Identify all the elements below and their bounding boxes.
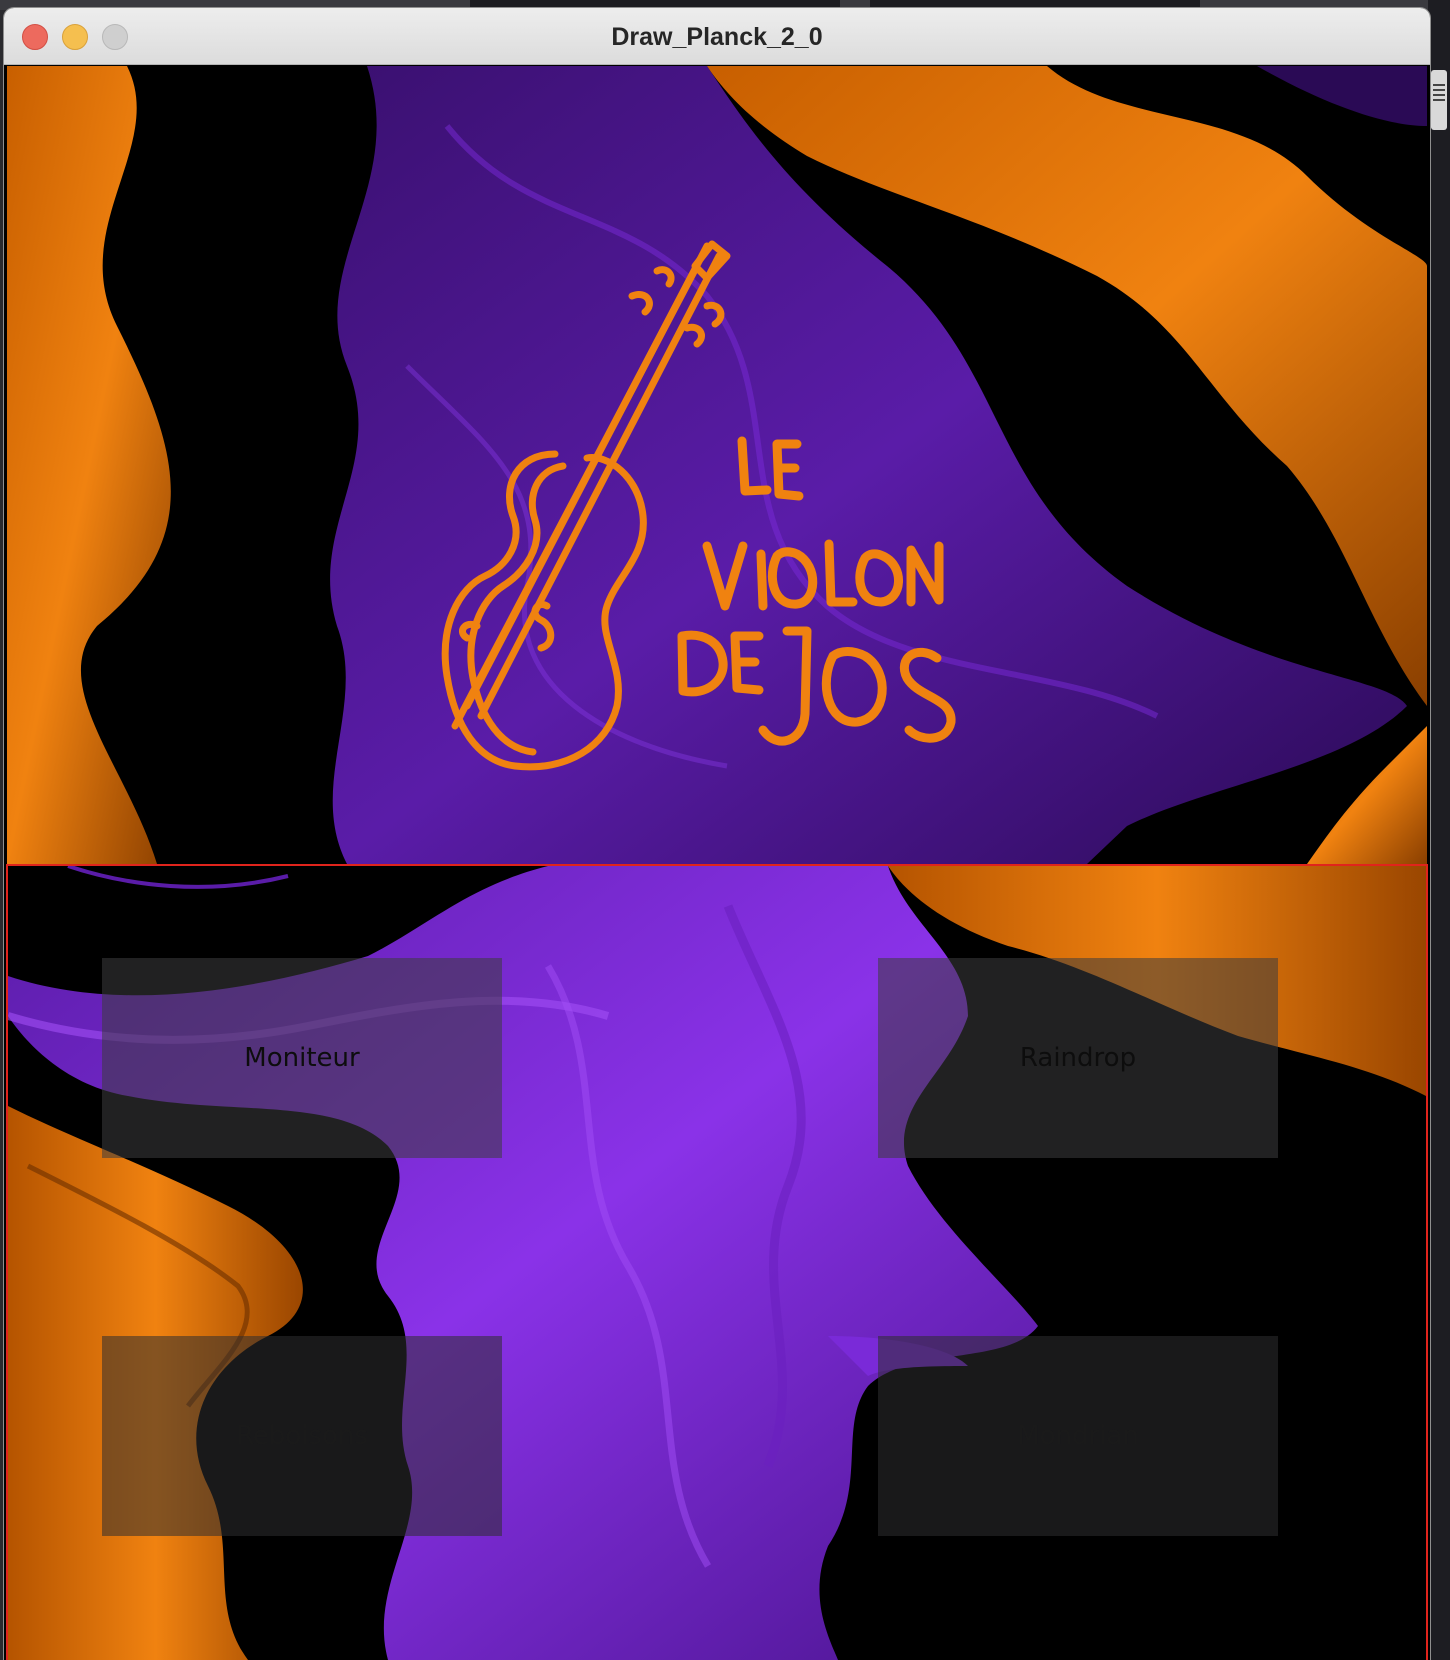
moniteur-button[interactable]: Moniteur (102, 958, 502, 1158)
header-canvas (7, 66, 1427, 864)
reboisons-button[interactable]: Reboisons (102, 1336, 502, 1536)
raindrop-button[interactable]: Raindrop (878, 958, 1278, 1158)
app-window: Draw_Planck_2_0 Moniteur Raindrop Rebois… (4, 8, 1430, 1660)
mondrian-button[interactable]: Mondrian (878, 1336, 1278, 1536)
title-bar[interactable]: Draw_Planck_2_0 (4, 8, 1430, 65)
grip-icon (1433, 84, 1445, 104)
fluid-background-top (7, 66, 1427, 864)
window-title: Draw_Planck_2_0 (611, 23, 823, 51)
desktop-side-strip (1428, 0, 1450, 1660)
menu-panel: Moniteur Raindrop Reboisons Mondrian (6, 864, 1428, 1660)
